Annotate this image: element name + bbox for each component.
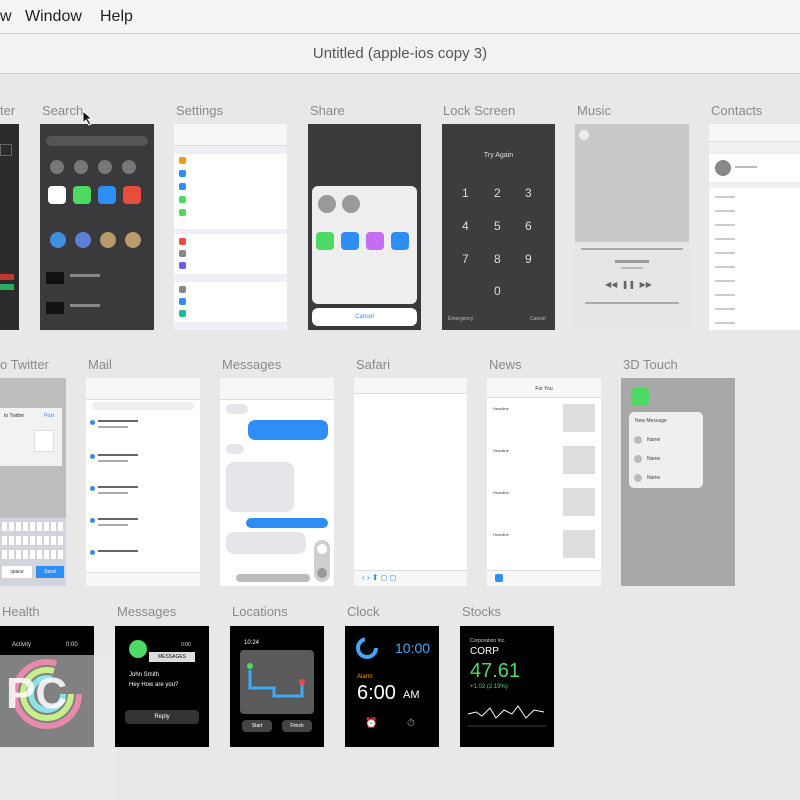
artboard-mail[interactable] [86, 378, 200, 586]
lock-header: Try Again [483, 152, 514, 159]
news-title: For You [535, 386, 553, 392]
artboard-label[interactable]: Search [42, 103, 83, 118]
key-2[interactable]: 2 [494, 186, 501, 200]
stock-sparkline [467, 705, 546, 727]
artboard-label[interactable]: Mail [88, 357, 112, 372]
cancel-link[interactable]: Cancel [530, 316, 546, 322]
alarm-ampm: AM [403, 689, 420, 701]
location-finish-button[interactable]: Finish [282, 720, 312, 732]
artboard-label[interactable]: Settings [176, 103, 223, 118]
key-8[interactable]: 8 [494, 252, 501, 266]
menu-item-view[interactable]: w [0, 8, 12, 26]
news-item-label: Headline [493, 406, 509, 411]
artboard-label[interactable]: Contacts [711, 103, 762, 118]
artboard-label[interactable]: Messages [117, 604, 176, 619]
artboard-news[interactable]: For You Headline Headline Headline Headl… [487, 378, 601, 586]
artboard-settings[interactable] [174, 124, 287, 330]
mouse-cursor-icon [82, 110, 94, 126]
artboard-label[interactable]: News [489, 357, 522, 372]
artboard-safari[interactable]: ‹ › ⬆ ◻ ◻ [354, 378, 467, 586]
news-item-label: Headline [493, 490, 509, 495]
watch-messages-time: 0:00 [181, 642, 191, 648]
document-title: Untitled (apple-ios copy 3) [312, 45, 488, 62]
news-item-label: Headline [493, 448, 509, 453]
emergency-link[interactable]: Emergency [448, 316, 473, 322]
alarm-label: Alarm [357, 674, 373, 680]
artboard-label[interactable]: Health [2, 604, 40, 619]
touch-item[interactable]: Name [647, 437, 660, 443]
key-0[interactable]: 0 [494, 284, 501, 298]
touch-item[interactable]: Name [647, 475, 660, 481]
menu-item-window[interactable]: Window [25, 8, 82, 26]
artboard-label[interactable]: Messages [222, 357, 281, 372]
alarm-icon: ⏰ [365, 718, 378, 729]
sketch-app: w Window Help Untitled (apple-ios copy 3… [0, 0, 800, 800]
watch-messages-app: MESSAGES [149, 652, 195, 662]
artboard-twitter[interactable]: to Twitter Post space Send [0, 378, 66, 586]
artboard-label[interactable]: Safari [356, 357, 390, 372]
artboard-label[interactable]: Lock Screen [443, 103, 515, 118]
artboard-watch-clock[interactable]: 10:00 Alarm 6:00 AM ⏰ ⏱ [345, 626, 439, 747]
message-body: Hey How are you? [129, 682, 179, 688]
artboard-canvas[interactable]: ter Search Settings Share Lock Screen Mu… [0, 75, 800, 800]
twitter-post-button[interactable]: Post [44, 413, 54, 419]
artboard-3d-touch[interactable]: New Message Name Name Name [621, 378, 735, 586]
artboard-watch-stocks[interactable]: Corporation Inc. CORP 47.61 +1.02 (2.19%… [460, 626, 554, 747]
key-4[interactable]: 4 [462, 219, 469, 233]
space-key[interactable]: space [2, 566, 32, 578]
menu-bar: w Window Help [0, 0, 800, 34]
watermark: PC [0, 655, 115, 800]
artboard-music[interactable]: ◀◀ ❚❚ ▶▶ [575, 124, 689, 330]
reply-button[interactable]: Reply [125, 710, 199, 724]
safari-toolbar-icons[interactable]: ‹ › ⬆ ◻ ◻ [362, 573, 396, 582]
artboard-label[interactable]: Locations [232, 604, 288, 619]
menu-item-help[interactable]: Help [100, 8, 133, 26]
artboard-share[interactable]: Cancel [308, 124, 421, 330]
touch-item[interactable]: New Message [635, 418, 667, 424]
artboard-watch-messages[interactable]: 0:00 MESSAGES John Smith Hey How are you… [115, 626, 209, 747]
watermark-text: PC [6, 669, 68, 718]
key-7[interactable]: 7 [462, 252, 469, 266]
key-5[interactable]: 5 [494, 219, 501, 233]
key-9[interactable]: 9 [525, 252, 532, 266]
key-1[interactable]: 1 [462, 186, 469, 200]
twitter-title: to Twitter [4, 413, 25, 419]
artboard-label[interactable]: ter [0, 103, 15, 118]
artboard-messages[interactable] [220, 378, 334, 586]
artboard-lock-screen[interactable]: Try Again 1 2 3 4 5 6 7 8 9 0 Emergency … [442, 124, 555, 330]
key-3[interactable]: 3 [525, 186, 532, 200]
artboard-label[interactable]: o Twitter [0, 357, 49, 372]
snooze-icon: ⏱ [407, 718, 415, 729]
artboard-watch-locations[interactable]: 10:24 Start Finish [230, 626, 324, 747]
artboard-label[interactable]: Clock [347, 604, 380, 619]
alarm-time: 6:00 [357, 682, 396, 704]
message-sender: John Smith [129, 672, 160, 678]
artboard-label[interactable]: 3D Touch [623, 357, 678, 372]
artboard-contacts[interactable] [709, 124, 800, 330]
artboard-search[interactable] [40, 124, 154, 330]
news-item-label: Headline [493, 532, 509, 537]
window-titlebar: Untitled (apple-ios copy 3) [0, 34, 800, 74]
key-6[interactable]: 6 [525, 219, 532, 233]
clock-time: 10:00 [395, 640, 431, 656]
artboard-partial-dark[interactable] [0, 124, 19, 330]
artboard-label[interactable]: Music [577, 103, 611, 118]
send-key[interactable]: Send [36, 566, 64, 578]
touch-item[interactable]: Name [647, 456, 660, 462]
share-cancel-button[interactable]: Cancel [312, 308, 417, 326]
location-start-button[interactable]: Start [242, 720, 272, 732]
music-controls[interactable]: ◀◀ ❚❚ ▶▶ [605, 280, 652, 289]
artboard-label[interactable]: Stocks [462, 604, 501, 619]
artboard-label[interactable]: Share [310, 103, 345, 118]
